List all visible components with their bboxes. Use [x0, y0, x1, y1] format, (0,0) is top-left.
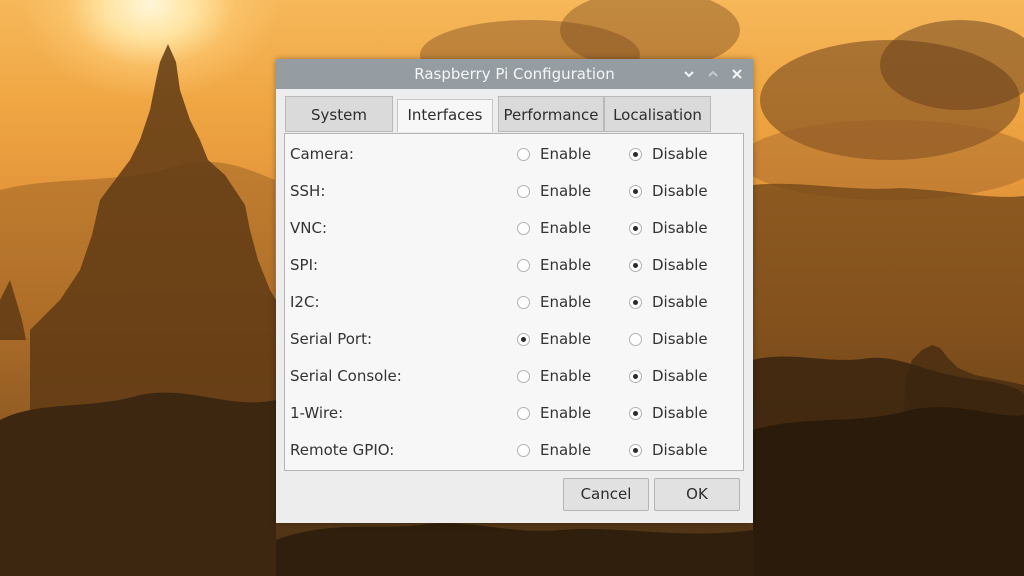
disable-label: Disable: [652, 293, 708, 311]
radio-button[interactable]: [517, 370, 530, 383]
interface-row-ssh: SSH: Enable Disable: [285, 173, 743, 210]
interface-label: SPI:: [290, 256, 319, 274]
raspberry-pi-configuration-dialog: Raspberry Pi Configuration System Interf…: [276, 59, 753, 523]
enable-label: Enable: [540, 145, 592, 163]
disable-label: Disable: [652, 330, 708, 348]
interface-row-serial-console: Serial Console: Enable Disable: [285, 358, 743, 395]
disable-label: Disable: [652, 367, 708, 385]
disable-label: Disable: [652, 256, 708, 274]
disable-label: Disable: [652, 404, 708, 422]
interface-label: Serial Console:: [290, 367, 402, 385]
interface-row-vnc: VNC: Enable Disable: [285, 210, 743, 247]
radio-button[interactable]: [517, 148, 530, 161]
radio-button[interactable]: [629, 370, 642, 383]
interface-row-1-wire: 1-Wire: Enable Disable: [285, 395, 743, 432]
enable-label: Enable: [540, 182, 592, 200]
tab-interfaces[interactable]: Interfaces: [397, 99, 493, 132]
enable-label: Enable: [540, 441, 592, 459]
title-bar[interactable]: Raspberry Pi Configuration: [276, 59, 753, 89]
interface-row-i2c: I2C: Enable Disable: [285, 284, 743, 321]
radio-button[interactable]: [517, 333, 530, 346]
enable-label: Enable: [540, 367, 592, 385]
radio-button[interactable]: [517, 296, 530, 309]
disable-label: Disable: [652, 145, 708, 163]
interface-row-serial-port: Serial Port: Enable Disable: [285, 321, 743, 358]
radio-button[interactable]: [629, 333, 642, 346]
interface-label: I2C:: [290, 293, 320, 311]
radio-button[interactable]: [629, 407, 642, 420]
enable-label: Enable: [540, 256, 592, 274]
enable-label: Enable: [540, 219, 592, 237]
cancel-button[interactable]: Cancel: [563, 478, 649, 511]
tab-localisation[interactable]: Localisation: [604, 96, 711, 132]
enable-label: Enable: [540, 330, 592, 348]
interfaces-panel: Camera: Enable Disable SSH: Enable Disab…: [284, 133, 744, 471]
chevron-up-icon[interactable]: [704, 65, 722, 83]
radio-button[interactable]: [629, 444, 642, 457]
radio-button[interactable]: [629, 259, 642, 272]
interface-label: 1-Wire:: [290, 404, 344, 422]
interface-label: SSH:: [290, 182, 326, 200]
tab-performance[interactable]: Performance: [498, 96, 604, 132]
interface-label: Camera:: [290, 145, 354, 163]
radio-button[interactable]: [629, 296, 642, 309]
close-icon[interactable]: [728, 65, 746, 83]
disable-label: Disable: [652, 182, 708, 200]
interface-label: VNC:: [290, 219, 328, 237]
radio-button[interactable]: [629, 222, 642, 235]
chevron-down-icon[interactable]: [680, 65, 698, 83]
interface-row-remote-gpio: Remote GPIO: Enable Disable: [285, 432, 743, 469]
radio-button[interactable]: [517, 259, 530, 272]
tab-system[interactable]: System: [285, 96, 393, 132]
ok-button[interactable]: OK: [654, 478, 740, 511]
radio-button[interactable]: [517, 444, 530, 457]
radio-button[interactable]: [517, 222, 530, 235]
radio-button[interactable]: [629, 148, 642, 161]
interface-row-camera: Camera: Enable Disable: [285, 136, 743, 173]
interface-row-spi: SPI: Enable Disable: [285, 247, 743, 284]
radio-button[interactable]: [629, 185, 642, 198]
disable-label: Disable: [652, 219, 708, 237]
radio-button[interactable]: [517, 185, 530, 198]
enable-label: Enable: [540, 404, 592, 422]
enable-label: Enable: [540, 293, 592, 311]
disable-label: Disable: [652, 441, 708, 459]
interface-label: Remote GPIO:: [290, 441, 395, 459]
interface-label: Serial Port:: [290, 330, 373, 348]
radio-button[interactable]: [517, 407, 530, 420]
